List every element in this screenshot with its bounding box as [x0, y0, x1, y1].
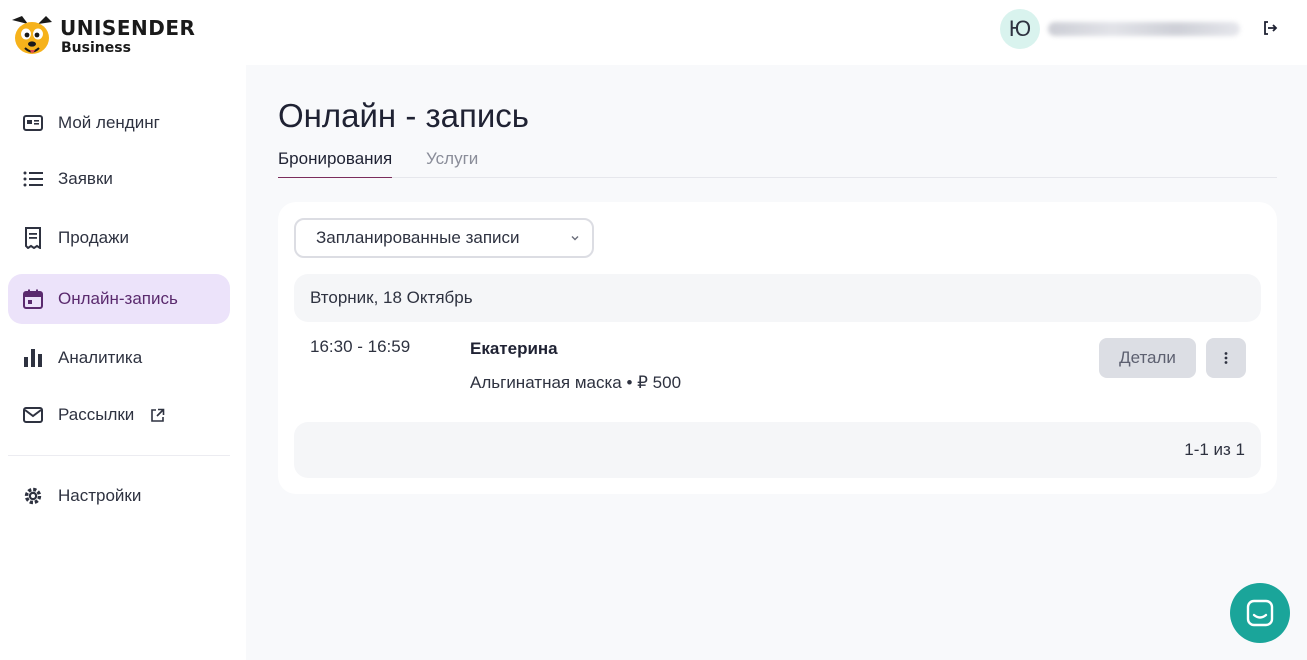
sidebar-item-label: Аналитика [58, 348, 143, 367]
sidebar-item-sales[interactable]: Продажи [8, 213, 230, 263]
sidebar-item-analytics[interactable]: Аналитика [8, 333, 230, 383]
tab-bookings[interactable]: Бронирования [278, 149, 393, 178]
tab-services[interactable]: Услуги [426, 149, 478, 178]
list-icon [22, 168, 44, 190]
logout-icon[interactable] [1262, 20, 1278, 36]
pagination-label: 1-1 из 1 [1184, 440, 1245, 459]
external-link-icon [151, 408, 165, 422]
dog-logo-icon [12, 16, 52, 54]
bar-chart-icon [22, 347, 44, 369]
avatar[interactable]: Ю [1000, 9, 1040, 49]
details-button[interactable]: Детали [1099, 338, 1196, 378]
sidebar-item-mailings[interactable]: Рассылки [8, 390, 230, 440]
sidebar-item-label: Продажи [58, 228, 129, 247]
more-vertical-icon [1224, 352, 1228, 364]
sidebar-item-label: Настройки [58, 486, 142, 505]
pagination: 1-1 из 1 [294, 422, 1261, 478]
booking-time: 16:30 - 16:59 [310, 337, 411, 356]
logo[interactable]: UNISENDER Business [8, 14, 195, 58]
sidebar-item-label: Мой лендинг [58, 113, 160, 132]
sidebar-divider [8, 455, 230, 456]
receipt-icon [22, 227, 44, 249]
booking-filter-value: Запланированные записи [316, 228, 520, 247]
main-content: Онлайн - запись Бронирования Услуги Запл… [246, 65, 1307, 660]
sidebar-item-settings[interactable]: Настройки [8, 471, 230, 521]
booking-filter-select[interactable]: Запланированные записи [294, 218, 594, 258]
chat-icon [1246, 599, 1274, 627]
tab-bar: Бронирования Услуги [278, 147, 1277, 178]
booking-client-name: Екатерина [470, 339, 558, 358]
sidebar: Мой лендинг Заявки Продажи Онлайн-запись… [0, 65, 246, 660]
landing-icon [22, 112, 44, 134]
page-title: Онлайн - запись [278, 97, 529, 134]
more-actions-button[interactable] [1206, 338, 1246, 378]
chevron-down-icon [571, 236, 579, 241]
booking-service: Альгинатная маска • ₽ 500 [470, 373, 682, 392]
sidebar-item-requests[interactable]: Заявки [8, 154, 230, 204]
gear-icon [22, 485, 44, 507]
bookings-card: Запланированные записи Вторник, 18 Октяб… [278, 202, 1277, 494]
sidebar-item-label: Онлайн-запись [58, 289, 178, 308]
user-menu[interactable]: Ю [1000, 9, 1240, 49]
day-header: Вторник, 18 Октябрь [294, 274, 1261, 322]
user-email-blurred [1048, 22, 1240, 36]
sidebar-item-label: Заявки [58, 169, 113, 188]
sidebar-item-online-booking[interactable]: Онлайн-запись [8, 274, 230, 324]
brand-subtitle: Business [61, 39, 131, 56]
mail-icon [22, 404, 44, 426]
calendar-icon [22, 288, 44, 310]
day-label: Вторник, 18 Октябрь [310, 288, 473, 307]
sidebar-item-label: Рассылки [58, 405, 135, 424]
chat-widget-button[interactable] [1230, 583, 1290, 643]
brand-name: UNISENDER [60, 15, 196, 40]
sidebar-item-landing[interactable]: Мой лендинг [8, 98, 230, 148]
